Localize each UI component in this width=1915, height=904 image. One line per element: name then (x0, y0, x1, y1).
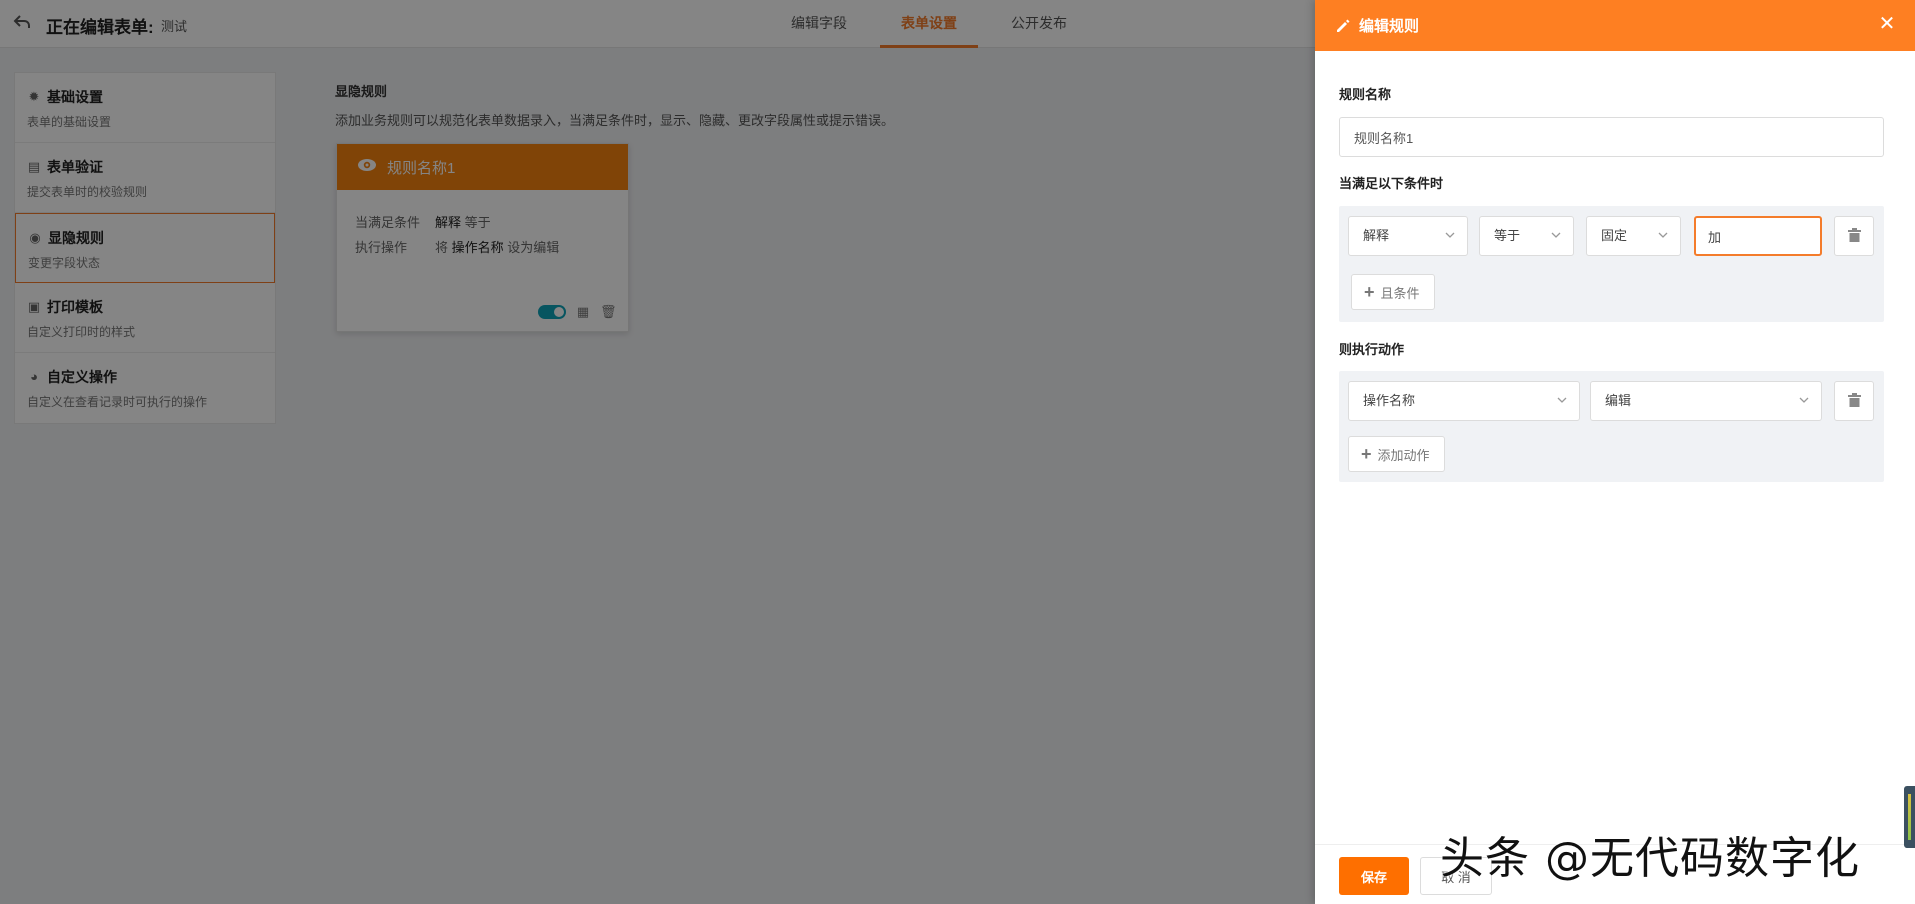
drawer-header: 编辑规则 ✕ (1315, 0, 1915, 51)
conditions-box: 解释 等于 固定 + 且条件 (1339, 206, 1884, 322)
save-button[interactable]: 保存 (1339, 857, 1409, 895)
pencil-icon (1335, 18, 1351, 34)
edit-rule-drawer: 编辑规则 ✕ 规则名称 当满足以下条件时 解释 等于 固定 (1315, 0, 1915, 904)
rule-name-input[interactable] (1339, 117, 1884, 157)
add-condition-label: 且条件 (1380, 285, 1420, 301)
plus-icon: + (1361, 444, 1372, 464)
drawer-title: 编辑规则 (1359, 18, 1420, 35)
condition-field-value: 解释 (1363, 228, 1390, 243)
delete-condition-button[interactable] (1834, 216, 1874, 256)
delete-action-button[interactable] (1834, 381, 1874, 421)
close-icon[interactable]: ✕ (1877, 14, 1897, 34)
chevron-down-icon (1551, 232, 1561, 238)
add-action-button[interactable]: + 添加动作 (1348, 436, 1445, 472)
chevron-down-icon (1557, 397, 1567, 403)
plus-icon: + (1364, 282, 1375, 302)
drawer-body: 规则名称 当满足以下条件时 解释 等于 固定 + (1315, 51, 1915, 844)
actions-label: 则执行动作 (1339, 342, 1405, 357)
action-target-select[interactable]: 操作名称 (1348, 381, 1580, 421)
action-target-value: 操作名称 (1363, 393, 1416, 408)
condition-value-type-select[interactable]: 固定 (1586, 216, 1681, 256)
condition-value-input[interactable] (1694, 216, 1822, 256)
chevron-down-icon (1799, 397, 1809, 403)
add-and-condition-button[interactable]: + 且条件 (1351, 274, 1435, 310)
action-state-value: 编辑 (1605, 393, 1632, 408)
condition-value-type-value: 固定 (1601, 228, 1628, 243)
conditions-label: 当满足以下条件时 (1339, 176, 1444, 191)
trash-icon (1847, 392, 1861, 410)
chevron-down-icon (1658, 232, 1668, 238)
condition-operator-value: 等于 (1494, 228, 1521, 243)
rule-name-label: 规则名称 (1339, 87, 1392, 102)
condition-operator-select[interactable]: 等于 (1479, 216, 1574, 256)
edge-widget[interactable] (1904, 786, 1915, 848)
trash-icon (1847, 227, 1861, 245)
action-state-select[interactable]: 编辑 (1590, 381, 1822, 421)
add-action-label: 添加动作 (1377, 447, 1430, 463)
actions-box: 操作名称 编辑 + 添加动作 (1339, 371, 1884, 482)
watermark-text: 头条 @无代码数字化 (1440, 833, 1860, 884)
condition-field-select[interactable]: 解释 (1348, 216, 1468, 256)
chevron-down-icon (1445, 232, 1455, 238)
